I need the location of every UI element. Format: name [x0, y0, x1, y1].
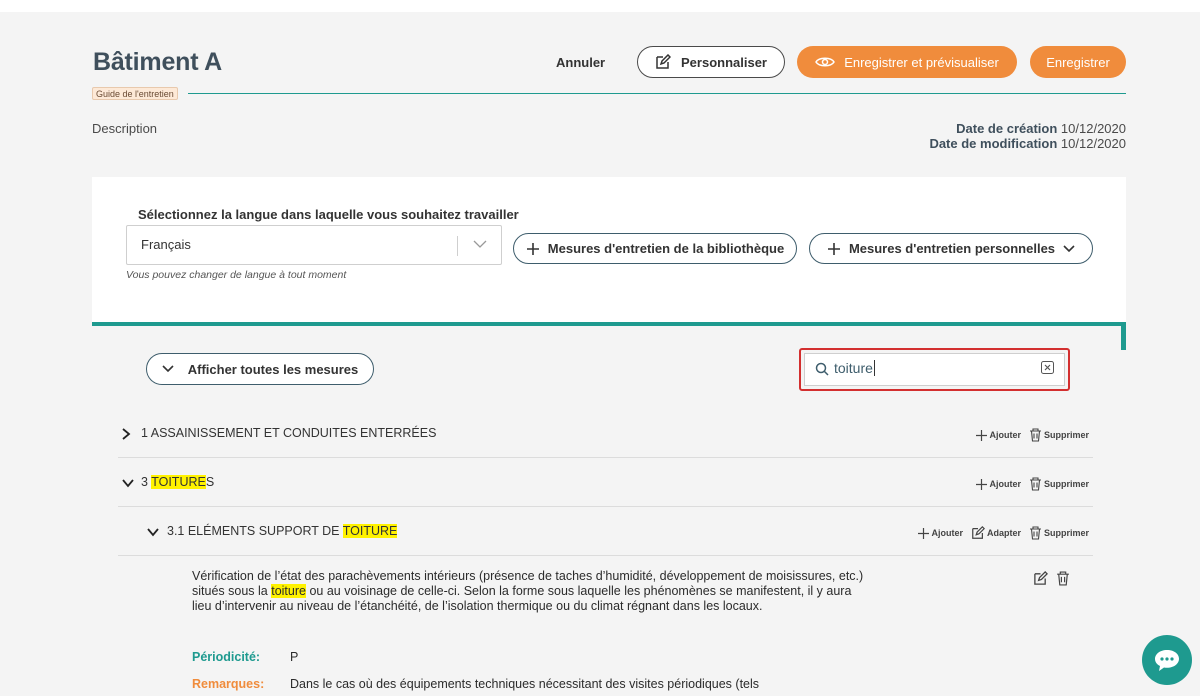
- header-divider: [188, 93, 1126, 94]
- add-label: Ajouter: [989, 430, 1021, 440]
- guide-badge: Guide de l'entretien: [92, 87, 178, 100]
- remarks-label: Remarques:: [192, 677, 265, 691]
- row-label: 1 ASSAINISSEMENT ET CONDUITES ENTERRÉES: [141, 426, 437, 440]
- created-label: Date de création: [956, 121, 1058, 136]
- trash-icon: [1029, 477, 1041, 491]
- cancel-button[interactable]: Annuler: [556, 52, 605, 72]
- dates-block: Date de création 10/12/2020 Date de modi…: [929, 121, 1126, 151]
- add-label: Ajouter: [989, 479, 1021, 489]
- modified-value: 10/12/2020: [1060, 136, 1126, 151]
- measure-description: Vérification de l’état des parachèvement…: [192, 569, 872, 614]
- save-preview-label: Enregistrer et prévisualiser: [844, 54, 999, 70]
- delete-label: Supprimer: [1043, 479, 1089, 489]
- chevron-down-icon[interactable]: [122, 479, 134, 488]
- language-card: Sélectionnez la langue dans laquelle vou…: [92, 177, 1126, 322]
- save-button[interactable]: Enregistrer: [1030, 46, 1126, 78]
- list-item[interactable]: 1 ASSAINISSEMENT ET CONDUITES ENTERRÉES …: [118, 410, 1093, 458]
- section-accent: [1121, 322, 1126, 350]
- delete-action[interactable]: Supprimer: [1029, 477, 1089, 491]
- chat-button[interactable]: [1142, 635, 1192, 685]
- chevron-down-icon: [162, 365, 174, 373]
- chevron-down-icon: [473, 240, 487, 248]
- row-label: 3 TOITURES: [141, 475, 214, 489]
- customize-label: Personnaliser: [681, 54, 767, 70]
- row-actions: Ajouter Supprimer: [976, 477, 1089, 491]
- row-prefix: 3: [141, 475, 152, 489]
- description-label: Description: [92, 121, 158, 136]
- language-select[interactable]: Français: [126, 225, 502, 265]
- search-value: toiture: [834, 360, 875, 376]
- save-preview-button[interactable]: Enregistrer et prévisualiser: [797, 46, 1017, 78]
- select-separator: [457, 236, 458, 256]
- search-icon: [815, 362, 829, 376]
- measures-list: Afficher toutes les mesures toiture 1 AS…: [92, 326, 1121, 696]
- customize-button[interactable]: Personnaliser: [637, 46, 785, 78]
- periodicity-row: Périodicité: P: [192, 650, 298, 664]
- measure-actions: [1033, 571, 1070, 586]
- row-suffix: S: [205, 475, 215, 489]
- library-measures-button[interactable]: Mesures d'entretien de la bibliothèque: [513, 233, 797, 264]
- plus-icon: [918, 527, 930, 539]
- chevron-right-icon[interactable]: [122, 428, 131, 440]
- list-item[interactable]: 3 TOITURES Ajouter Supprimer: [118, 459, 1093, 507]
- created-value: 10/12/2020: [1060, 121, 1126, 136]
- adapt-action[interactable]: Adapter: [971, 526, 1021, 540]
- edit-icon: [972, 526, 985, 539]
- remarks-row: Remarques: Dans le cas où des équipement…: [192, 677, 759, 691]
- search-highlight-frame: toiture: [799, 348, 1070, 391]
- search-input[interactable]: toiture: [804, 353, 1065, 386]
- measure-detail: Vérification de l’état des parachèvement…: [192, 569, 1082, 614]
- add-action[interactable]: Ajouter: [918, 527, 963, 539]
- row-prefix: 3.1 ELÉMENTS SUPPORT DE: [167, 524, 343, 538]
- eye-icon: [815, 57, 836, 67]
- trash-icon: [1029, 428, 1041, 442]
- row-highlight: TOITURE: [151, 475, 206, 489]
- edit-icon: [656, 54, 671, 69]
- periodicity-value: P: [290, 650, 299, 664]
- chevron-down-icon[interactable]: [147, 528, 159, 537]
- personal-measures-label: Mesures d'entretien personnelles: [848, 241, 1056, 256]
- modified-label: Date de modification: [929, 136, 1058, 151]
- show-all-label: Afficher toutes les mesures: [187, 361, 359, 377]
- delete-action[interactable]: Supprimer: [1029, 428, 1089, 442]
- personal-measures-button[interactable]: Mesures d'entretien personnelles: [809, 233, 1093, 264]
- remarks-value: Dans le cas où des équipements technique…: [290, 677, 760, 691]
- page-title: Bâtiment A: [93, 48, 223, 76]
- language-label: Sélectionnez la langue dans laquelle vou…: [138, 207, 519, 222]
- desc-highlight: toiture: [271, 584, 306, 598]
- plus-icon: [976, 478, 988, 490]
- list-item[interactable]: 3.1 ELÉMENTS SUPPORT DE TOITURE Ajouter …: [118, 508, 1093, 556]
- language-selected-value: Français: [141, 237, 191, 252]
- row-highlight: TOITURE: [342, 524, 398, 538]
- show-all-measures-button[interactable]: Afficher toutes les mesures: [146, 353, 374, 385]
- row-actions: Ajouter Supprimer: [976, 428, 1089, 442]
- add-action[interactable]: Ajouter: [976, 478, 1021, 490]
- delete-label: Supprimer: [1043, 528, 1089, 538]
- row-actions: Ajouter Adapter Supprimer: [918, 526, 1089, 540]
- plus-icon: [526, 242, 539, 255]
- chat-icon: [1155, 650, 1179, 671]
- add-label: Ajouter: [931, 528, 963, 538]
- delete-label: Supprimer: [1043, 430, 1089, 440]
- trash-icon: [1029, 526, 1041, 540]
- plus-icon: [976, 429, 988, 441]
- row-label: 3.1 ELÉMENTS SUPPORT DE TOITURE: [167, 524, 398, 538]
- adapt-label: Adapter: [986, 528, 1021, 538]
- language-hint: Vous pouvez changer de langue à tout mom…: [126, 269, 347, 281]
- plus-icon: [827, 242, 840, 255]
- top-strip: [0, 0, 1200, 12]
- library-measures-label: Mesures d'entretien de la bibliothèque: [547, 241, 785, 256]
- clear-icon[interactable]: [1041, 361, 1054, 374]
- periodicity-label: Périodicité:: [192, 650, 261, 664]
- chevron-down-icon: [1063, 244, 1075, 252]
- delete-action[interactable]: Supprimer: [1029, 526, 1089, 540]
- add-action[interactable]: Ajouter: [976, 429, 1021, 441]
- trash-icon[interactable]: [1056, 571, 1070, 586]
- edit-icon[interactable]: [1033, 571, 1048, 586]
